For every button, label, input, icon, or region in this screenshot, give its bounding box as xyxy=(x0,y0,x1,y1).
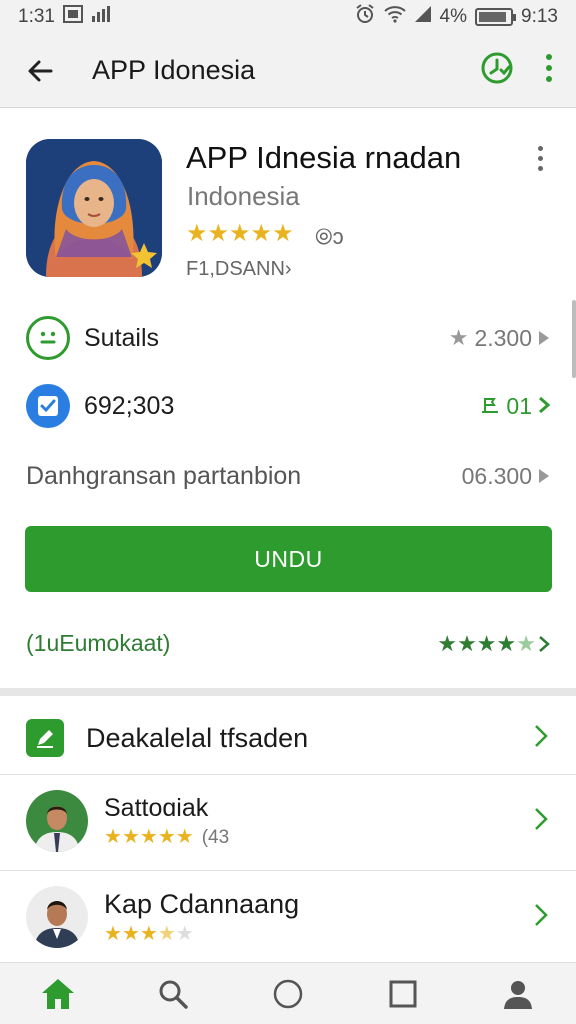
chevron-right-icon xyxy=(534,724,548,753)
reviewer-name: Kap Cdannaang xyxy=(104,889,300,919)
woman-hijab-avatar xyxy=(26,139,162,277)
scrollbar[interactable] xyxy=(572,300,576,378)
list-item-review[interactable]: Sattoɑiak ★★★★★ (43 xyxy=(0,786,576,856)
star-icon: ★ xyxy=(186,220,208,247)
chevron-right-icon xyxy=(534,903,548,932)
info-value: 06.300 xyxy=(461,463,532,489)
list-item-title: Deakalelal tfsaden xyxy=(86,722,309,753)
star-icon: ★ xyxy=(207,220,230,247)
star-icons: ★★★★★ xyxy=(104,827,194,848)
info-label: Sutails xyxy=(84,323,160,352)
review-stars: ★★★★★ xyxy=(437,631,550,657)
star-icon: ★ xyxy=(104,923,122,945)
info-row-permissions[interactable]: Danhgransan partanbion 06.300 xyxy=(0,462,576,491)
star-icon: ★ xyxy=(139,826,158,848)
badge-check-icon xyxy=(26,384,70,428)
star-icon: ★ xyxy=(437,630,458,656)
signal-icon xyxy=(91,6,111,28)
info-row-count[interactable]: 692;303 01 xyxy=(0,384,576,428)
rating-extra: ⦾ɔ xyxy=(315,224,344,249)
edit-square-icon xyxy=(26,719,64,757)
star-icon: ★ xyxy=(104,826,122,848)
arrow-left-icon[interactable] xyxy=(22,53,58,89)
reviewer-name: Sattoɑiak xyxy=(104,793,209,822)
star-icons: ★★★★★ xyxy=(437,631,536,657)
divider xyxy=(0,870,576,871)
square-icon[interactable] xyxy=(373,969,433,1019)
flag-icon xyxy=(480,393,500,420)
status-clock: 9:13 xyxy=(521,6,558,27)
star-icon: ★ xyxy=(175,826,194,848)
section-divider xyxy=(0,688,576,696)
triangle-right-icon xyxy=(538,325,550,352)
cell-signal-icon xyxy=(414,6,432,28)
alarm-icon xyxy=(354,4,376,30)
man-avatar-2 xyxy=(26,886,88,948)
chevron-right-icon xyxy=(538,393,551,420)
app-bar-title: APP Idonesia xyxy=(92,55,256,85)
triangle-right-icon xyxy=(538,463,550,490)
star-icon: ★ xyxy=(139,923,158,945)
star-icon: ★ xyxy=(476,630,497,656)
profile-icon[interactable] xyxy=(488,969,548,1019)
info-row-sutails[interactable]: Sutails ★ 2.300 xyxy=(0,316,576,360)
star-outline-icon: ★ xyxy=(448,325,469,350)
circle-icon[interactable] xyxy=(258,969,318,1019)
star-icons: ★★★★★ xyxy=(104,924,194,944)
star-icon: ★ xyxy=(229,220,251,247)
bottom-navigation xyxy=(0,962,576,1024)
search-icon[interactable] xyxy=(143,969,203,1019)
app-bar: APP Idonesia xyxy=(0,34,576,108)
review-count: (43 xyxy=(201,826,230,848)
status-bar: 1:31 4% 9:13 xyxy=(0,0,576,34)
wifi-icon xyxy=(383,5,406,29)
list-item-edit[interactable]: Deakalelal tfsaden xyxy=(0,712,576,764)
rating-stars: ★ ★ ★ ★ ★ xyxy=(186,222,294,246)
info-label: 692;303 xyxy=(84,391,175,420)
list-item-review[interactable]: Kap Cdannaang ★★★★★ xyxy=(0,882,576,952)
star-icon: ★ xyxy=(121,826,140,848)
star-icon: ★ xyxy=(250,220,273,247)
more-vertical-icon[interactable] xyxy=(530,146,550,171)
chevron-right-icon xyxy=(534,807,548,836)
battery-level xyxy=(479,12,507,22)
battery-percent: 4% xyxy=(439,6,468,27)
clock-check-icon[interactable] xyxy=(480,51,514,90)
install-button[interactable]: UNDU xyxy=(25,526,552,592)
star-icon: ★ xyxy=(496,630,517,656)
app-meta-info: F1,DSANN› xyxy=(186,258,292,280)
image-icon xyxy=(62,5,83,29)
star-icon: ★ xyxy=(157,826,176,848)
smiley-icon xyxy=(26,316,70,360)
home-icon[interactable] xyxy=(28,969,88,1019)
divider xyxy=(0,774,576,775)
star-icon: ★ xyxy=(175,923,194,945)
developer-name[interactable]: Indonesia xyxy=(187,181,300,212)
chevron-right-icon xyxy=(539,635,550,652)
star-icon: ★ xyxy=(157,923,176,945)
star-icon: ★ xyxy=(516,630,536,656)
info-value: 01 xyxy=(506,392,532,419)
battery-icon xyxy=(475,8,517,26)
info-label: Danhgransan partanbion xyxy=(26,462,302,490)
review-link[interactable]: (1uEumokaat) ★★★★★ xyxy=(26,630,550,657)
review-label: (1uEumokaat) xyxy=(26,630,171,656)
star-icon: ★ xyxy=(121,923,140,945)
more-vertical-icon[interactable] xyxy=(544,53,554,88)
star-icon: ★ xyxy=(457,630,477,656)
star-icon: ★ xyxy=(272,220,294,247)
info-value: 2.300 xyxy=(474,324,532,351)
status-time: 1:31 xyxy=(18,6,55,27)
app-name: APP Idnesia rnadan xyxy=(186,140,462,175)
man-avatar-1 xyxy=(26,790,88,852)
app-icon[interactable] xyxy=(26,139,162,277)
